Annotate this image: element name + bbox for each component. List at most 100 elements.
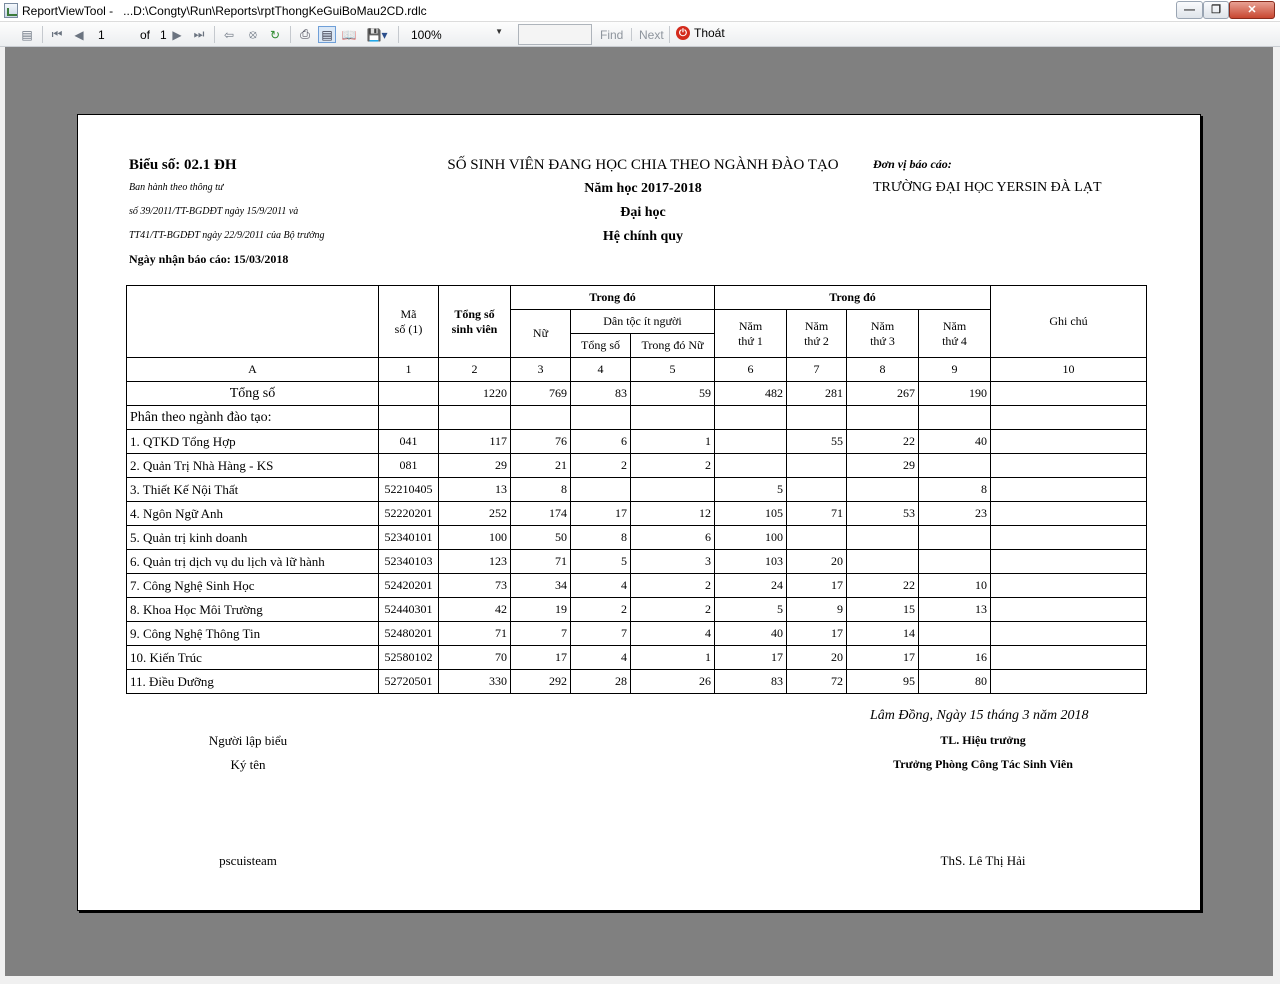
- table-row: 9. Công Nghệ Thông Tin 52480201 71 7 7 4 40 17 1…: [126, 621, 1147, 646]
- zoom-value: 100%: [411, 27, 442, 42]
- printer-icon: ⎙: [300, 27, 310, 41]
- value-cell: 13: [918, 597, 991, 622]
- value-cell: 80: [918, 669, 991, 694]
- maximize-button[interactable]: ❐: [1203, 1, 1229, 19]
- vertical-scrollbar[interactable]: [1273, 47, 1280, 976]
- column-index-row: A 1 2 3 4 5 6 7 8 9 10: [126, 357, 1147, 382]
- exit-button[interactable]: ⏻ Thoát: [676, 26, 725, 40]
- report-page: Biểu số: 02.1 ĐH Ban hành theo thông tư …: [77, 114, 1201, 911]
- value-cell: 4: [570, 645, 631, 670]
- value-cell: 105: [714, 501, 787, 526]
- major-code-cell: 52340103: [378, 549, 439, 574]
- last-page-button[interactable]: ⏭: [190, 26, 208, 43]
- value-cell: [918, 621, 991, 646]
- next-page-button[interactable]: ▶: [168, 26, 186, 43]
- value-cell: 2: [630, 453, 715, 478]
- value-cell: [846, 549, 919, 574]
- value-cell: 123: [438, 549, 511, 574]
- page-setup-button[interactable]: 📖: [340, 26, 358, 43]
- last-page-icon: ⏭: [193, 27, 205, 41]
- page-total-text: 1: [160, 28, 167, 42]
- header-ethnic: Dân tộc ít người: [570, 309, 715, 334]
- issued-line-2: số 39/2011/TT-BGDĐT ngày 15/9/2011 và: [129, 206, 299, 217]
- section-row: Phân theo ngành đào tạo:: [126, 405, 1147, 430]
- total-cell: 190: [918, 381, 991, 406]
- value-cell: [990, 525, 1147, 550]
- header-year-3: Năm thứ 3: [846, 309, 919, 358]
- status-bar: [0, 976, 1280, 984]
- major-name-cell: 4. Ngôn Ngữ Anh: [126, 501, 379, 526]
- toolbar-separator: [398, 26, 399, 43]
- table-row: 8. Khoa Học Môi Trường 52440301 42 19 2 2 5 9 15…: [126, 597, 1147, 622]
- value-cell: 17: [786, 573, 847, 598]
- col-index: 2: [438, 357, 511, 382]
- restore-icon: ❐: [1211, 4, 1221, 16]
- toolbar-separator: [669, 26, 670, 43]
- value-cell: 103: [714, 549, 787, 574]
- major-name-cell: 11. Điều Dưỡng: [126, 669, 379, 694]
- value-cell: 42: [438, 597, 511, 622]
- value-cell: [846, 525, 919, 550]
- value-cell: 1: [630, 645, 715, 670]
- value-cell: 19: [510, 597, 571, 622]
- header-note: Ghi chú: [990, 285, 1147, 358]
- empty-cell: [630, 405, 715, 430]
- back-arrow-icon: ⇦: [223, 27, 235, 42]
- value-cell: 34: [510, 573, 571, 598]
- col-index: 10: [990, 357, 1147, 382]
- document-map-button[interactable]: ▤: [18, 26, 36, 43]
- total-label: Tổng số: [126, 381, 379, 406]
- major-name-cell: 9. Công Nghệ Thông Tin: [126, 621, 379, 646]
- find-link[interactable]: Find: [600, 28, 623, 42]
- window-titlebar: ReportViewTool - ...D:\Congty\Run\Report…: [0, 0, 1280, 22]
- empty-cell: [846, 405, 919, 430]
- unit-name: TRƯỜNG ĐẠI HỌC YERSIN ĐÀ LẠT: [873, 180, 1102, 195]
- previous-page-button[interactable]: ◀: [70, 26, 88, 43]
- value-cell: 174: [510, 501, 571, 526]
- refresh-button[interactable]: ↻: [266, 26, 284, 43]
- chevron-down-icon: ▼: [495, 27, 503, 36]
- value-cell: 4: [570, 573, 631, 598]
- value-cell: 17: [786, 621, 847, 646]
- toolbar-separator: [214, 26, 215, 43]
- value-cell: 55: [786, 429, 847, 454]
- close-button[interactable]: ✕: [1229, 1, 1275, 19]
- col-index: 1: [378, 357, 439, 382]
- value-cell: 292: [510, 669, 571, 694]
- stop-button[interactable]: ⦻: [244, 26, 262, 43]
- value-cell: [918, 525, 991, 550]
- major-rows: 1. QTKD Tổng Hợp 041 117 76 6 1 55 22 40 2. Quản …: [126, 429, 1147, 694]
- empty-cell: [438, 405, 511, 430]
- value-cell: 71: [786, 501, 847, 526]
- major-name-cell: 1. QTKD Tổng Hợp: [126, 429, 379, 454]
- header-group-year: Trong đó: [714, 285, 991, 310]
- value-cell: 21: [510, 453, 571, 478]
- page-count-label: of 1: [140, 28, 167, 42]
- value-cell: [570, 477, 631, 502]
- first-page-icon: ⏮: [51, 27, 63, 41]
- minimize-button[interactable]: —: [1176, 1, 1203, 19]
- col-index: 9: [918, 357, 991, 382]
- back-button[interactable]: ⇦: [220, 26, 238, 43]
- current-page-input[interactable]: [94, 25, 134, 44]
- print-layout-button[interactable]: ▤: [318, 26, 336, 43]
- value-cell: 8: [570, 525, 631, 550]
- print-button[interactable]: ⎙: [296, 26, 314, 43]
- first-page-button[interactable]: ⏮: [48, 26, 66, 43]
- header-code: Mã số (1): [378, 285, 439, 358]
- total-cell: 83: [570, 381, 631, 406]
- value-cell: 17: [714, 645, 787, 670]
- report-toolbar: ▤ ⏮ ◀ of 1 ▶ ⏭ ⇦ ⦻ ↻ ⎙ ▤ 📖 💾▾ 100% ▼ Find…: [0, 22, 1280, 47]
- page-of-text: of: [140, 28, 151, 42]
- find-text-input[interactable]: [518, 24, 592, 45]
- value-cell: 5: [714, 597, 787, 622]
- header-year-1: Năm thứ 1: [714, 309, 787, 358]
- export-button[interactable]: 💾▾: [364, 26, 390, 43]
- value-cell: 70: [438, 645, 511, 670]
- value-cell: 7: [510, 621, 571, 646]
- zoom-select[interactable]: 100% ▼: [407, 25, 507, 44]
- value-cell: 2: [570, 453, 631, 478]
- col-index: 4: [570, 357, 631, 382]
- value-cell: 95: [846, 669, 919, 694]
- find-next-link[interactable]: Next: [639, 28, 664, 42]
